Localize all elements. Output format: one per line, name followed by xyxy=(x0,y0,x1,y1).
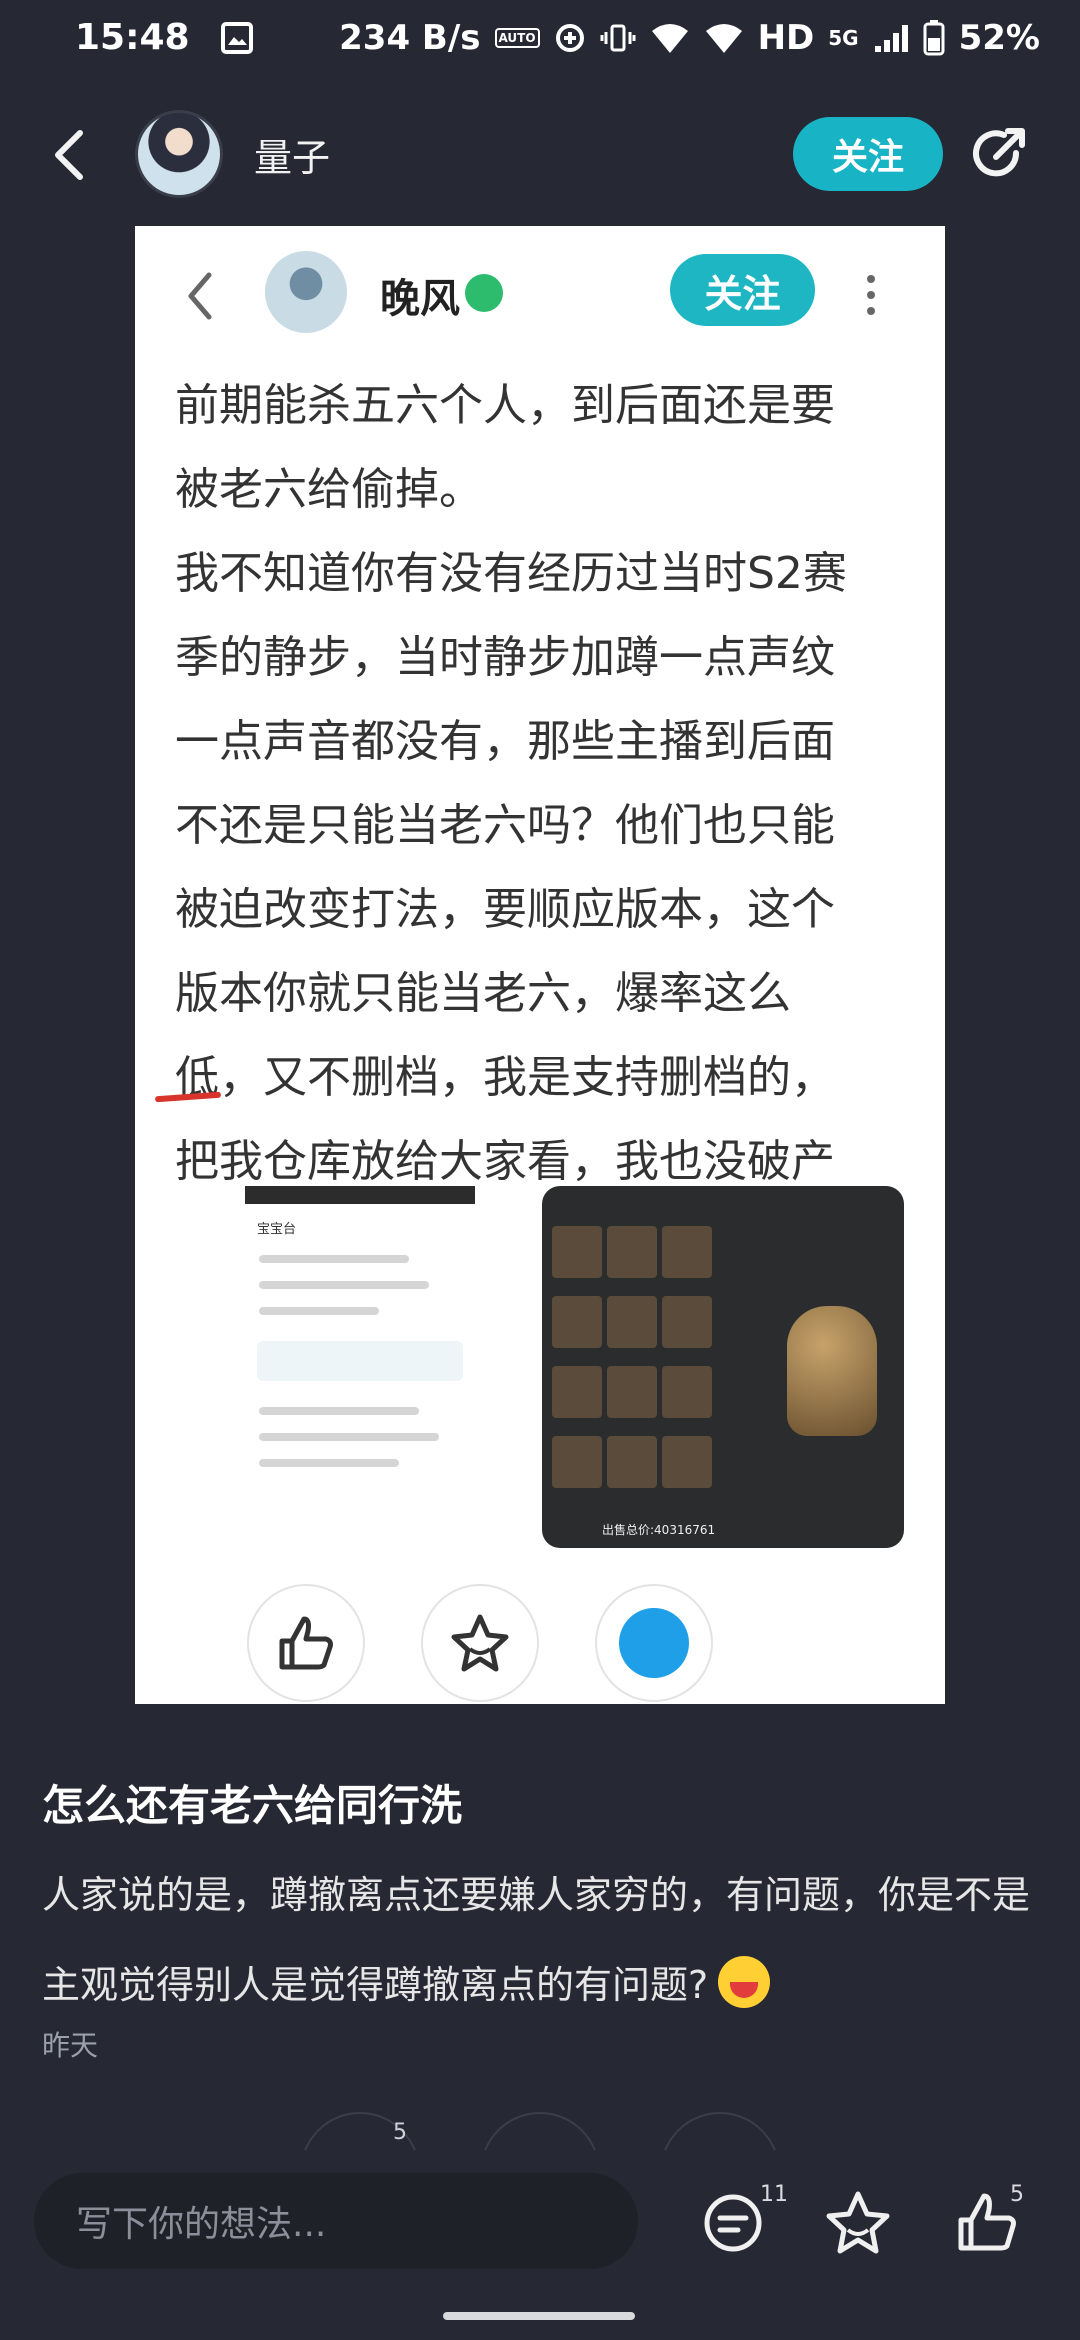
network-type: HD xyxy=(757,17,815,58)
image-icon xyxy=(220,21,253,54)
signal-icon xyxy=(874,24,908,52)
share-icon[interactable] xyxy=(970,125,1030,185)
post-line: 版本你就只能当老六，爆率这么 xyxy=(175,968,791,1019)
like-count: 5 xyxy=(1010,2182,1024,2207)
embedded-actions xyxy=(135,1584,945,1704)
comment-line: 主观觉得别人是觉得蹲撤离点的有问题? xyxy=(42,1940,1042,2030)
vibrate-icon xyxy=(600,24,636,51)
wifi-icon xyxy=(705,23,742,53)
post-line: 低，又不删档，我是支持删档的， xyxy=(175,1036,915,1120)
follow-button[interactable]: 关注 xyxy=(793,117,943,191)
qq-share-action xyxy=(595,1584,713,1702)
comment-time: 昨天 xyxy=(42,2029,99,2062)
status-bar: 15:48 234 B/s AUTO HD 5G 52% xyxy=(0,0,1080,75)
comment-input[interactable]: 写下你的想法... xyxy=(34,2173,638,2269)
embedded-post-screenshot: 晚风 关注 前期能杀五六个人，到后面还是要 被老六给偷掉。 我不知道你有没有经历… xyxy=(135,226,945,1704)
screenshot-thumbnail-post: 宝宝台 xyxy=(245,1186,475,1546)
target-icon xyxy=(555,23,584,52)
post-line: 被老六给偷掉。 xyxy=(175,464,483,515)
favorite-icon[interactable] xyxy=(823,2188,893,2258)
status-time: 15:48 xyxy=(75,17,190,58)
embedded-avatar xyxy=(265,251,347,333)
favorite-action xyxy=(421,1584,539,1702)
more-icon xyxy=(865,271,877,315)
embedded-author-name: 晚风 xyxy=(380,276,460,322)
post-line: 前期能杀五六个人，到后面还是要 xyxy=(175,380,835,431)
post-line: 不还是只能当老六吗？他们也只能 xyxy=(175,800,835,851)
comment-icon[interactable] xyxy=(698,2188,768,2258)
top-navigation: 量子 关注 xyxy=(0,105,1080,205)
comment-body: 人家说的是，蹲撤离点还要嫌人家穷的，有问题，你是不是 主观觉得别人是觉得蹲撤离点… xyxy=(42,1850,1042,2030)
favorite-icon xyxy=(451,1614,509,1672)
auto-hz-icon: AUTO xyxy=(494,27,540,48)
home-indicator[interactable] xyxy=(443,2312,635,2320)
like-action xyxy=(247,1584,365,1702)
verified-badge-icon xyxy=(465,274,503,312)
battery-level: 52% xyxy=(958,17,1040,58)
inventory-total: 出售总价:40316761 xyxy=(602,1523,716,1537)
post-line: 我不知道你有没有经历过当时S2赛 xyxy=(175,548,847,599)
author-name[interactable]: 量子 xyxy=(254,127,330,182)
embedded-post-header: 晚风 关注 xyxy=(135,226,945,364)
thumbnail-title: 宝宝台 xyxy=(257,1222,297,1237)
post-line: 被迫改变打法，要顺应版本，这个 xyxy=(175,884,835,935)
comment-title: 怎么还有老六给同行洗 xyxy=(42,1781,463,1830)
signal-label: 5G xyxy=(828,25,859,50)
network-speed: 234 B/s xyxy=(339,17,481,58)
comment-count: 11 xyxy=(760,2182,788,2207)
grinning-emoji-icon xyxy=(718,1955,771,2008)
post-line-tail: ，又不删档，我是支持删档的， xyxy=(219,1052,835,1103)
struck-word: 低 xyxy=(175,1052,219,1103)
battery-icon xyxy=(923,19,945,55)
embedded-post-text: 前期能杀五六个人，到后面还是要 被老六给偷掉。 我不知道你有没有经历过当时S2赛… xyxy=(175,364,915,1204)
avatar[interactable] xyxy=(135,110,223,198)
qq-share-icon xyxy=(619,1608,689,1678)
post-line: 一点声音都没有，那些主播到后面 xyxy=(175,716,835,767)
comment-line: 人家说的是，蹲撤离点还要嫌人家穷的，有问题，你是不是 xyxy=(42,1873,1031,1917)
chevron-left-icon xyxy=(188,272,212,320)
post-line: 季的静步，当时静步加蹲一点声纹 xyxy=(175,632,835,683)
embedded-follow-button: 关注 xyxy=(670,254,815,326)
screenshot-thumbnail-inventory: 出售总价:40316761 xyxy=(542,1186,904,1548)
faded-like-count: 5 xyxy=(393,2120,407,2145)
wifi6-icon xyxy=(651,23,688,53)
back-icon[interactable] xyxy=(50,127,90,183)
like-icon xyxy=(279,1616,333,1670)
gold-artifact-image xyxy=(787,1306,877,1436)
